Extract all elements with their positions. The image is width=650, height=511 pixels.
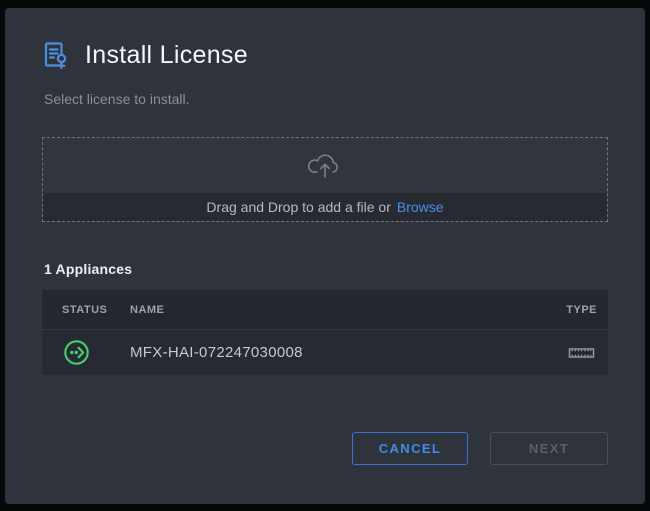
status-cell xyxy=(63,339,110,366)
license-icon xyxy=(43,41,70,70)
table-row[interactable]: MFX-HAI-072247030008 xyxy=(42,330,608,375)
dialog-footer: CANCEL NEXT xyxy=(352,432,608,465)
install-license-dialog: Install License Select license to instal… xyxy=(5,8,645,504)
browse-link[interactable]: Browse xyxy=(397,199,444,215)
dropzone-text: Drag and Drop to add a file or xyxy=(206,199,390,215)
cancel-button[interactable]: CANCEL xyxy=(352,432,468,465)
dialog-subtitle: Select license to install. xyxy=(44,91,190,107)
appliance-type-icon xyxy=(568,346,595,360)
file-dropzone[interactable]: Drag and Drop to add a file or Browse xyxy=(42,137,608,222)
appliances-count-label: 1 Appliances xyxy=(44,261,132,277)
dialog-header: Install License xyxy=(43,41,248,70)
column-header-type: TYPE xyxy=(566,304,597,316)
cloud-upload-icon xyxy=(307,152,343,179)
column-header-name: NAME xyxy=(130,304,566,316)
page-title: Install License xyxy=(85,41,248,70)
type-cell xyxy=(568,346,595,360)
appliance-name: MFX-HAI-072247030008 xyxy=(130,344,568,361)
dropzone-caption: Drag and Drop to add a file or Browse xyxy=(43,193,607,221)
next-button[interactable]: NEXT xyxy=(490,432,608,465)
table-header-row: STATUS NAME TYPE xyxy=(42,290,608,330)
appliances-table: STATUS NAME TYPE MFX-HAI-072247030008 xyxy=(42,290,608,375)
column-header-status: STATUS xyxy=(62,304,110,316)
dropzone-upload-area xyxy=(43,138,607,193)
status-connected-icon xyxy=(63,339,90,366)
